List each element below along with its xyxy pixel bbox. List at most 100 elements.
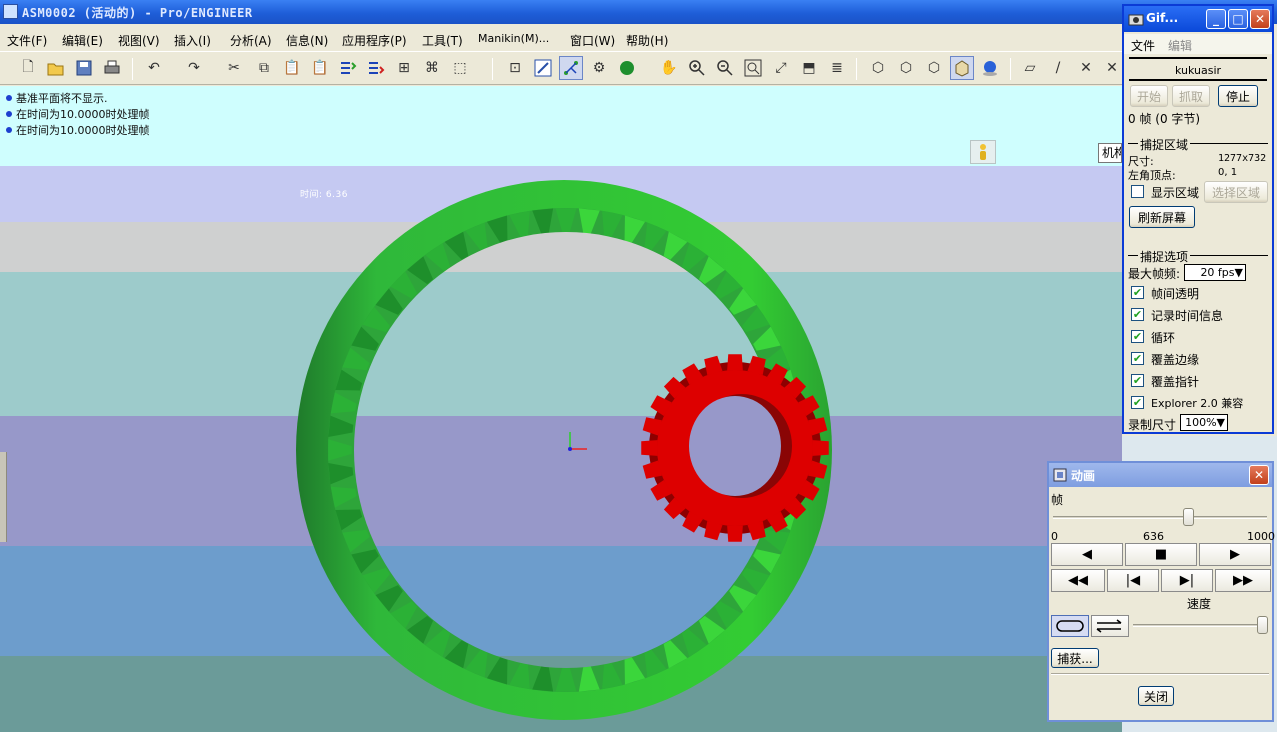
frame-slider-thumb[interactable] (1183, 508, 1195, 526)
refresh-screen-button[interactable]: 刷新屏幕 (1129, 206, 1195, 228)
size-value: 1277x732 (1218, 153, 1267, 164)
spin-center-icon[interactable]: ⚙ (587, 56, 611, 80)
menu-view[interactable]: 视图(V) (118, 32, 160, 49)
rewind-button[interactable]: ◀◀ (1051, 569, 1105, 592)
frame-current-label: 636 (1143, 530, 1164, 543)
save-icon[interactable] (72, 56, 96, 80)
play-forward-button[interactable]: ▶ (1199, 543, 1271, 566)
grab-button[interactable]: 抓取 (1172, 85, 1210, 107)
datum-axis-icon[interactable]: / (1046, 56, 1070, 80)
select-box-icon[interactable]: ⬚ (448, 56, 472, 80)
paste-special-icon[interactable]: 📋 (308, 56, 332, 80)
redo-icon[interactable]: ↷ (182, 56, 206, 80)
record-size-label: 录制尺寸 (1128, 418, 1177, 432)
refit-icon[interactable] (741, 56, 765, 80)
graphics-viewport[interactable]: 时间: 6.36 (0, 166, 1122, 732)
zoom-out-icon[interactable] (713, 56, 737, 80)
frame-slider-track[interactable] (1053, 516, 1267, 519)
menu-window[interactable]: 窗口(W) (570, 32, 615, 49)
new-icon[interactable]: 🗋 (16, 56, 40, 80)
menu-manikin[interactable]: Manikin(M)... (478, 32, 549, 45)
show-area-checkbox[interactable] (1131, 185, 1144, 198)
animation-dialog-title: 动画 (1071, 469, 1096, 483)
capture-button[interactable]: 捕获... (1051, 648, 1099, 668)
minimize-button[interactable]: _ (1206, 9, 1226, 29)
pan-icon[interactable]: ✋ (657, 56, 681, 80)
zoom-in-icon[interactable] (685, 56, 709, 80)
open-icon[interactable] (44, 56, 68, 80)
step-back-button[interactable]: |◀ (1107, 569, 1159, 592)
datum-display-icon[interactable] (559, 56, 583, 80)
capture-options-heading: 捕捉选项 (1138, 248, 1191, 265)
option-label: 覆盖边缘 (1151, 353, 1200, 367)
sketch-icon[interactable] (531, 56, 555, 80)
reorient-icon[interactable]: ⤢ (769, 56, 793, 80)
gif-menu-file[interactable]: 文件 (1131, 37, 1155, 54)
menu-tools[interactable]: 工具(T) (422, 32, 463, 49)
option-checkbox[interactable]: ✔ (1131, 352, 1144, 365)
appearance-icon[interactable] (978, 56, 1002, 80)
close-button[interactable]: ✕ (1250, 9, 1270, 29)
gif-dialog-titlebar[interactable]: Gif... _ □ ✕ (1124, 6, 1272, 32)
layers-icon[interactable]: ≣ (825, 56, 849, 80)
paste-icon[interactable]: 📋 (280, 56, 304, 80)
menu-help[interactable]: 帮助(H) (626, 32, 668, 49)
option-checkbox[interactable]: ✔ (1131, 286, 1144, 299)
shading-icon[interactable] (950, 56, 974, 80)
play-backward-button[interactable]: ◀ (1051, 543, 1123, 566)
regenerate-icon[interactable] (336, 56, 360, 80)
hidden-line-icon[interactable]: ⬡ (894, 56, 918, 80)
menu-edit[interactable]: 编辑(E) (62, 32, 103, 49)
speed-slider-thumb[interactable] (1257, 616, 1268, 634)
cut-icon[interactable]: ✂ (222, 56, 246, 80)
message-line: 基准平面将不显示. (6, 90, 108, 106)
close-dialog-button[interactable]: 关闭 (1138, 686, 1174, 706)
fast-forward-button[interactable]: ▶▶ (1215, 569, 1271, 592)
copy-icon[interactable]: ⧉ (252, 56, 276, 80)
reverse-mode-button[interactable] (1091, 615, 1129, 637)
sphere-icon[interactable] (615, 56, 639, 80)
animation-dialog-titlebar[interactable]: 动画 ✕ (1049, 463, 1272, 487)
stop-button[interactable]: 停止 (1218, 85, 1258, 107)
stop-button[interactable]: ■ (1125, 543, 1197, 566)
record-size-select[interactable]: 100% ▼ (1180, 414, 1228, 431)
sash-grip[interactable] (0, 396, 7, 406)
maximize-button[interactable]: □ (1228, 9, 1248, 29)
menu-info[interactable]: 信息(N) (286, 32, 328, 49)
menu-insert[interactable]: 插入(I) (174, 32, 211, 49)
no-hidden-icon[interactable]: ⬡ (922, 56, 946, 80)
named-view-icon[interactable]: ⬒ (797, 56, 821, 80)
loop-mode-button[interactable] (1051, 615, 1089, 637)
option-checkbox[interactable]: ✔ (1131, 396, 1144, 409)
menu-analysis[interactable]: 分析(A) (230, 32, 272, 49)
datum-plane-icon[interactable]: ▱ (1018, 56, 1042, 80)
bullet-icon (6, 127, 12, 133)
regen-manager-icon[interactable] (364, 56, 388, 80)
option-checkbox[interactable]: ✔ (1131, 374, 1144, 387)
find-icon[interactable]: ⊞ (392, 56, 416, 80)
window-titlebar[interactable]: ASM0002 (活动的) - Pro/ENGINEER (0, 0, 1277, 24)
close-button[interactable]: ✕ (1249, 465, 1269, 485)
sash-handle[interactable] (0, 452, 7, 542)
datum-point-icon[interactable]: ✕ (1074, 56, 1098, 80)
binoculars-icon[interactable]: ⌘ (420, 56, 444, 80)
status-light-icon[interactable] (970, 140, 996, 164)
max-fps-label: 最大帧频: (1128, 267, 1181, 281)
gear-assembly[interactable] (0, 166, 1122, 732)
select-area-button[interactable]: 选择区域 (1204, 181, 1268, 203)
speed-slider-track[interactable] (1133, 624, 1267, 627)
coord-sys-icon[interactable]: ✕ (1100, 56, 1124, 80)
model-tree-icon[interactable]: ⊡ (503, 56, 527, 80)
menu-file[interactable]: 文件(F) (7, 32, 47, 49)
option-checkbox[interactable]: ✔ (1131, 308, 1144, 321)
step-forward-button[interactable]: ▶| (1161, 569, 1213, 592)
print-icon[interactable] (100, 56, 124, 80)
undo-icon[interactable]: ↶ (142, 56, 166, 80)
gif-menu-edit[interactable]: 编辑 (1168, 37, 1192, 54)
wireframe-icon[interactable]: ⬡ (866, 56, 890, 80)
model-tab[interactable]: 机构 (1098, 143, 1122, 163)
menu-applications[interactable]: 应用程序(P) (342, 32, 407, 49)
option-checkbox[interactable]: ✔ (1131, 330, 1144, 343)
start-button[interactable]: 开始 (1130, 85, 1168, 107)
max-fps-select[interactable]: 20 fps ▼ (1184, 264, 1246, 281)
